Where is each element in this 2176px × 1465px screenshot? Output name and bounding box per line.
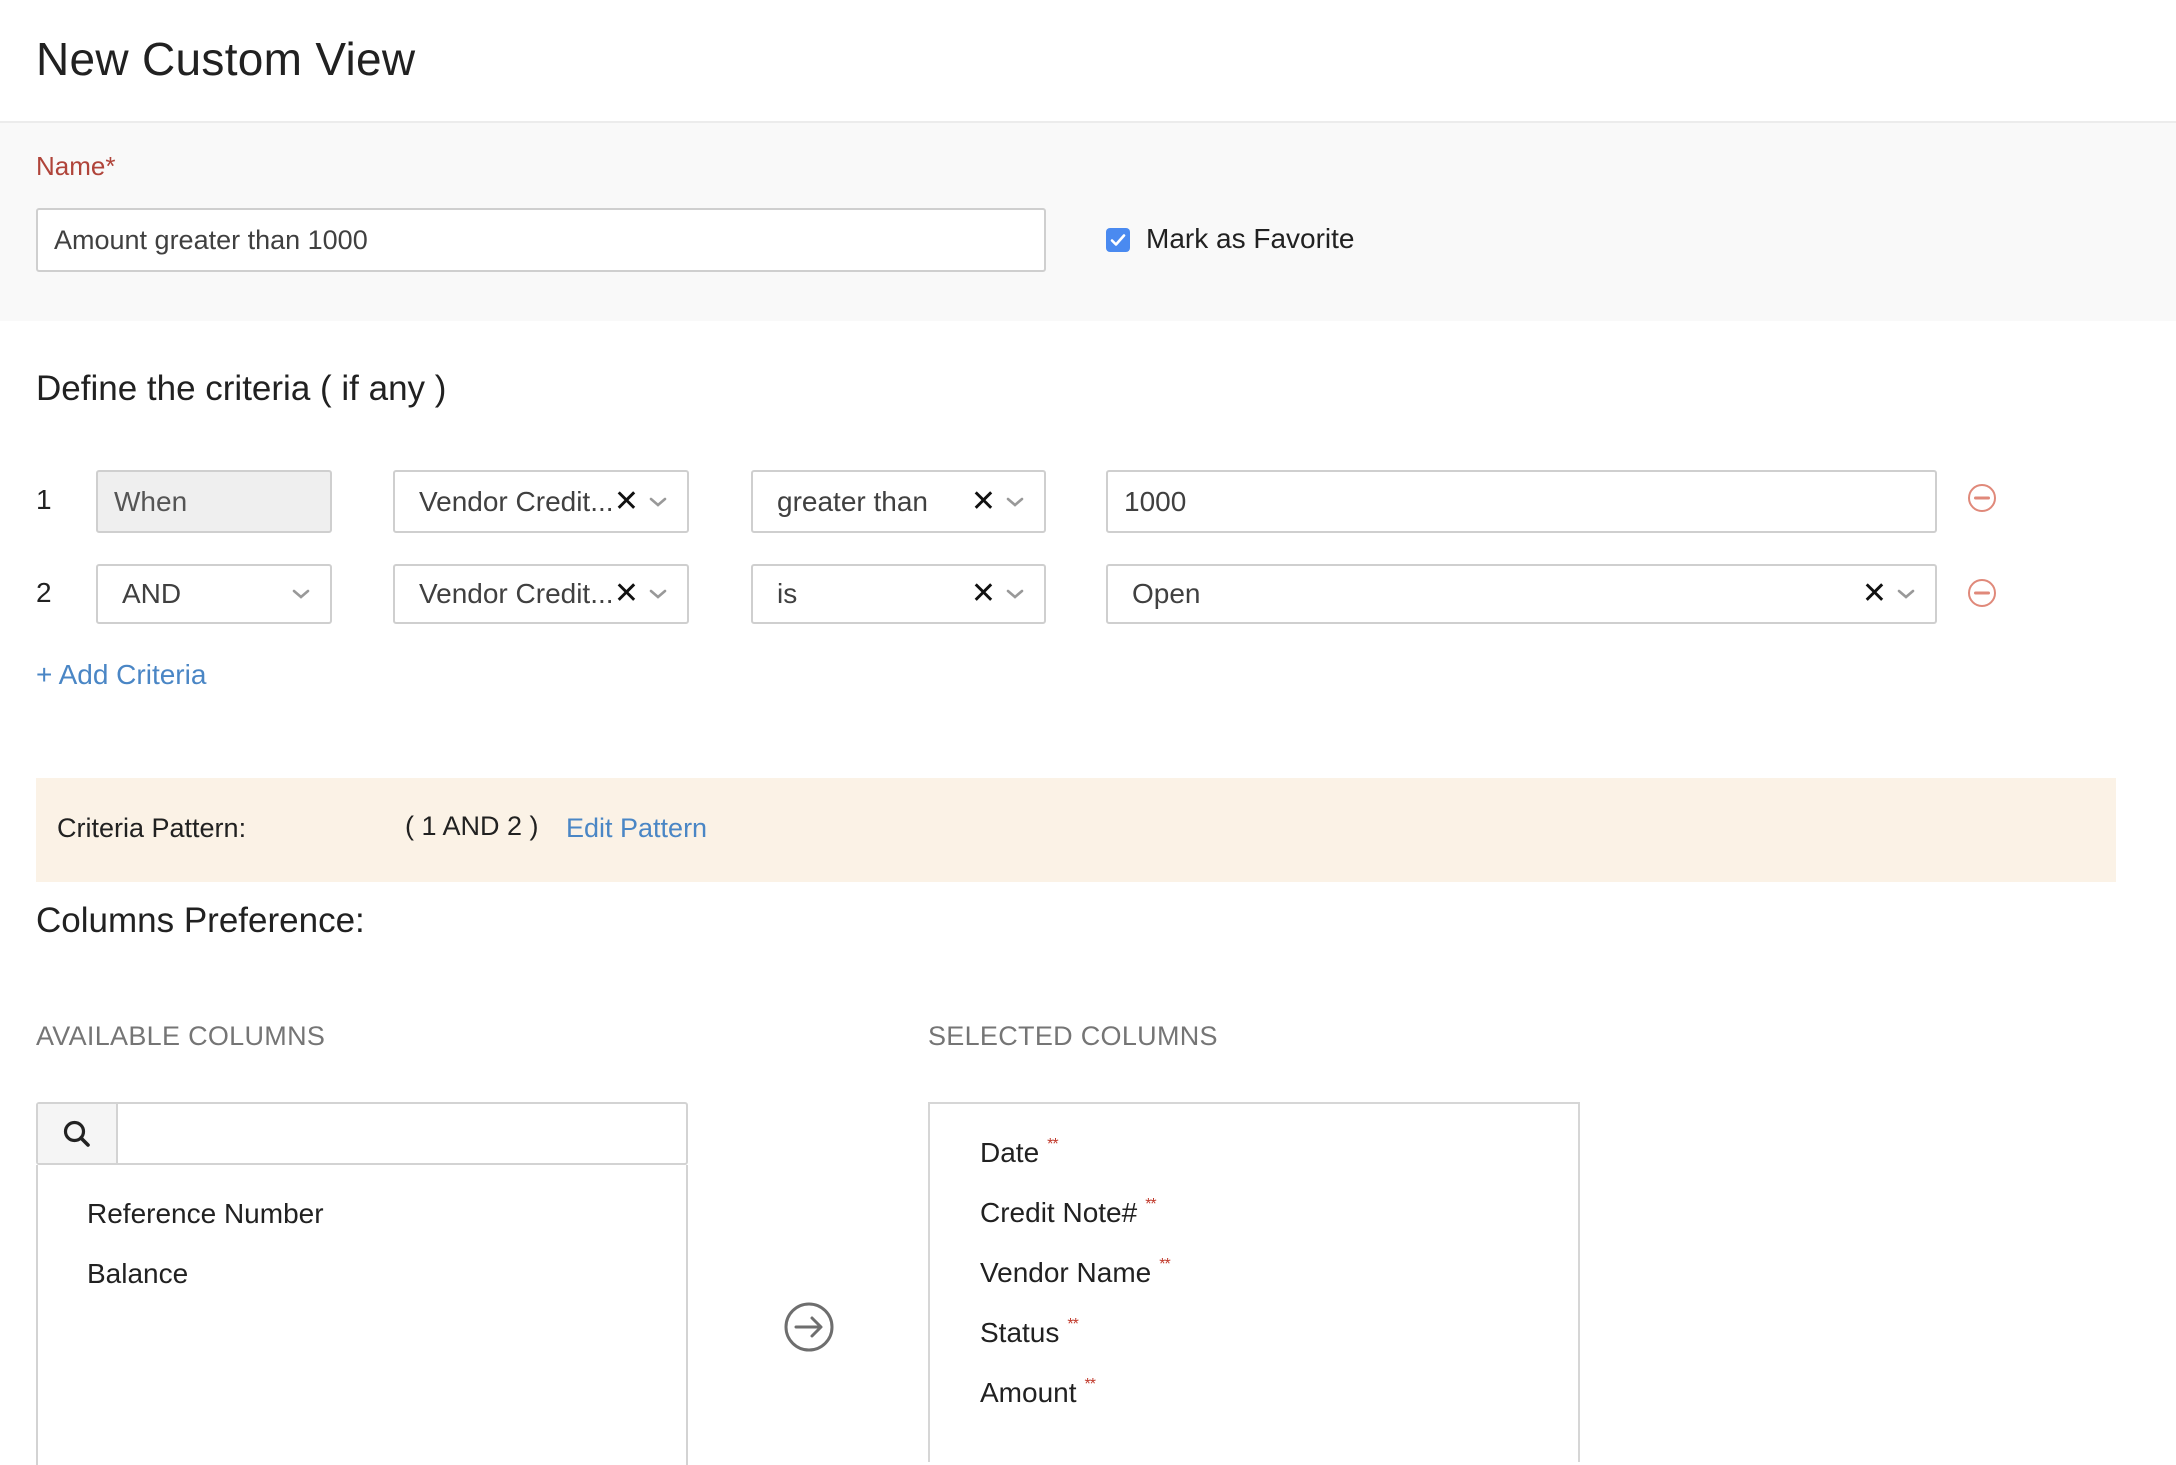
close-icon[interactable]: ✕: [971, 486, 996, 517]
criteria-pattern-value: ( 1 AND 2 ): [405, 811, 539, 841]
minus-circle-icon[interactable]: [1967, 483, 1997, 513]
available-columns-search[interactable]: [36, 1102, 688, 1165]
required-marker: **: [1145, 1196, 1156, 1213]
minus-circle-icon[interactable]: [1967, 578, 1997, 608]
selected-columns-list: Date ** Credit Note# ** Vendor Name ** Stat…: [928, 1102, 1580, 1462]
criteria-operator-select[interactable]: greater than ✕: [751, 470, 1046, 533]
available-column-item[interactable]: Reference Number: [87, 1197, 324, 1231]
connector-label: AND: [122, 578, 182, 609]
required-marker: **: [1159, 1256, 1170, 1273]
selected-column-item[interactable]: Vendor Name **: [980, 1256, 1171, 1290]
operator-value: greater than: [777, 485, 928, 517]
required-marker: **: [1047, 1136, 1058, 1153]
connector-label: When: [114, 485, 188, 517]
criteria-connector-when: When: [96, 470, 332, 533]
available-column-item[interactable]: Balance: [87, 1257, 188, 1291]
chevron-down-icon[interactable]: [1004, 587, 1026, 601]
selected-column-label: Vendor Name: [980, 1257, 1152, 1288]
arrow-right-circle-icon[interactable]: [784, 1302, 834, 1352]
operator-value: is: [777, 578, 798, 609]
required-marker: **: [1084, 1376, 1096, 1393]
close-icon[interactable]: ✕: [614, 486, 639, 517]
value-text: 1000: [1124, 485, 1187, 517]
page-title: New Custom View: [36, 33, 416, 85]
chevron-down-icon[interactable]: [1004, 495, 1026, 509]
name-label: Name*: [36, 151, 116, 181]
search-input[interactable]: [118, 1104, 686, 1163]
selected-column-label: Date: [980, 1137, 1040, 1168]
chevron-down-icon[interactable]: [290, 587, 312, 601]
edit-pattern-link[interactable]: Edit Pattern: [566, 812, 707, 844]
criteria-row-number: 1: [36, 484, 52, 515]
available-columns-list: Reference Number Balance: [36, 1165, 688, 1465]
favorite-label[interactable]: Mark as Favorite: [1146, 222, 1355, 256]
selected-column-label: Amount: [980, 1377, 1077, 1408]
close-icon[interactable]: ✕: [614, 579, 639, 609]
add-criteria-link[interactable]: + Add Criteria: [36, 658, 206, 692]
columns-preference-title: Columns Preference:: [36, 901, 365, 940]
value-text: Open: [1132, 578, 1201, 609]
close-icon[interactable]: ✕: [1862, 579, 1887, 609]
selected-column-label: Credit Note#: [980, 1197, 1138, 1228]
chevron-down-icon[interactable]: [1895, 587, 1917, 601]
criteria-row-number: 2: [36, 577, 52, 608]
selected-column-label: Status: [980, 1317, 1060, 1348]
available-columns-heading: AVAILABLE COLUMNS: [36, 1021, 326, 1051]
chevron-down-icon[interactable]: [647, 587, 669, 601]
criteria-field-select[interactable]: Vendor Credit... ✕: [393, 564, 689, 624]
criteria-value-input[interactable]: 1000: [1106, 470, 1937, 533]
close-icon[interactable]: ✕: [971, 579, 996, 609]
required-marker: **: [1067, 1316, 1078, 1333]
check-icon: [1110, 234, 1126, 246]
selected-column-item[interactable]: Amount **: [980, 1376, 1096, 1410]
criteria-connector-select[interactable]: AND: [96, 564, 332, 624]
selected-column-item[interactable]: Date **: [980, 1136, 1059, 1170]
criteria-pattern-band: [36, 778, 2116, 882]
criteria-value-select[interactable]: Open ✕: [1106, 564, 1937, 624]
criteria-operator-select[interactable]: is ✕: [751, 564, 1046, 624]
search-icon: [63, 1120, 90, 1147]
name-input-value: Amount greater than 1000: [54, 224, 368, 255]
criteria-pattern-label: Criteria Pattern:: [57, 813, 247, 843]
field-value: Vendor Credit...: [419, 485, 614, 517]
selected-column-item[interactable]: Credit Note# **: [980, 1196, 1157, 1230]
criteria-field-select[interactable]: Vendor Credit... ✕: [393, 470, 689, 533]
chevron-down-icon[interactable]: [647, 495, 669, 509]
name-input[interactable]: Amount greater than 1000: [36, 208, 1046, 272]
search-icon-cell: [38, 1104, 118, 1163]
criteria-title: Define the criteria ( if any ): [36, 369, 447, 408]
selected-columns-heading: SELECTED COLUMNS: [928, 1021, 1218, 1051]
field-value: Vendor Credit...: [419, 578, 614, 609]
favorite-checkbox[interactable]: [1106, 228, 1130, 252]
selected-column-item[interactable]: Status **: [980, 1316, 1079, 1350]
